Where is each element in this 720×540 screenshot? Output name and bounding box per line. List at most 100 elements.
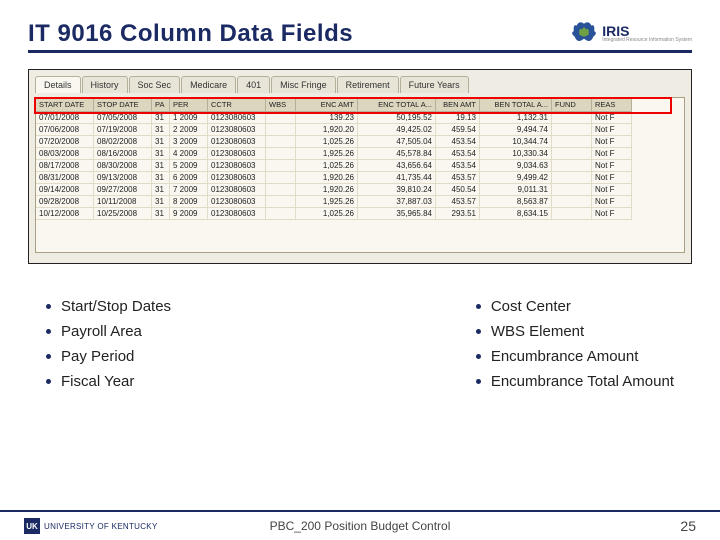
cell: 9 2009 bbox=[170, 208, 208, 220]
cell: 45,578.84 bbox=[358, 148, 436, 160]
cell: 08/16/2008 bbox=[94, 148, 152, 160]
cell: 8 2009 bbox=[170, 196, 208, 208]
tab: Details bbox=[35, 76, 81, 93]
iris-wordmark: IRIS bbox=[602, 24, 692, 38]
cell: 0123080603 bbox=[208, 112, 266, 124]
cell: Not F bbox=[592, 184, 632, 196]
cell bbox=[266, 172, 296, 184]
cell: 07/01/2008 bbox=[36, 112, 94, 124]
column-header: PER bbox=[170, 98, 208, 112]
cell: 08/02/2008 bbox=[94, 136, 152, 148]
column-header: BEN AMT bbox=[436, 98, 480, 112]
cell: 10/11/2008 bbox=[94, 196, 152, 208]
table-row: 09/14/200809/27/2008317 200901230806031,… bbox=[36, 184, 684, 196]
bullet-icon bbox=[476, 379, 481, 384]
column-header: REAS bbox=[592, 98, 632, 112]
cell: 0123080603 bbox=[208, 184, 266, 196]
bullet-text: Payroll Area bbox=[61, 323, 142, 340]
iris-logo-text: IRIS Integrated Resource Information Sys… bbox=[602, 24, 692, 43]
cell: 08/30/2008 bbox=[94, 160, 152, 172]
cell: Not F bbox=[592, 148, 632, 160]
cell: 4 2009 bbox=[170, 148, 208, 160]
cell: 10,344.74 bbox=[480, 136, 552, 148]
bullet-section: Start/Stop DatesPayroll AreaPay PeriodFi… bbox=[28, 294, 692, 394]
iris-tagline: Integrated Resource Information System bbox=[602, 38, 692, 43]
cell: 09/14/2008 bbox=[36, 184, 94, 196]
cell bbox=[552, 208, 592, 220]
bullet-text: Pay Period bbox=[61, 348, 134, 365]
cell: 31 bbox=[152, 196, 170, 208]
column-header: FUND bbox=[552, 98, 592, 112]
cell: 1,920.26 bbox=[296, 184, 358, 196]
cell: 0123080603 bbox=[208, 208, 266, 220]
cell bbox=[552, 136, 592, 148]
grid-header-row: START DATESTOP DATEPAPERCCTRWBSENC AMTEN… bbox=[36, 98, 684, 112]
bullet-item: WBS Element bbox=[476, 319, 674, 344]
data-grid: START DATESTOP DATEPAPERCCTRWBSENC AMTEN… bbox=[35, 97, 685, 253]
cell: 0123080603 bbox=[208, 136, 266, 148]
cell: 450.54 bbox=[436, 184, 480, 196]
bullet-item: Encumbrance Amount bbox=[476, 344, 674, 369]
cell: 0123080603 bbox=[208, 160, 266, 172]
cell: 37,887.03 bbox=[358, 196, 436, 208]
cell bbox=[266, 160, 296, 172]
cell: 139.23 bbox=[296, 112, 358, 124]
cell: 1,925.26 bbox=[296, 148, 358, 160]
cell: 0123080603 bbox=[208, 172, 266, 184]
cell: 10/12/2008 bbox=[36, 208, 94, 220]
tab: History bbox=[82, 76, 128, 93]
cell bbox=[552, 184, 592, 196]
bullet-icon bbox=[476, 329, 481, 334]
cell bbox=[266, 124, 296, 136]
cell: 1,920.20 bbox=[296, 124, 358, 136]
cell: 07/06/2008 bbox=[36, 124, 94, 136]
cell: 07/20/2008 bbox=[36, 136, 94, 148]
column-header: ENC AMT bbox=[296, 98, 358, 112]
cell: 2 2009 bbox=[170, 124, 208, 136]
cell: 1,132.31 bbox=[480, 112, 552, 124]
uk-wordmark: UNIVERSITY OF KENTUCKY bbox=[44, 522, 158, 531]
cell: Not F bbox=[592, 196, 632, 208]
cell bbox=[552, 124, 592, 136]
column-header: CCTR bbox=[208, 98, 266, 112]
table-row: 07/06/200807/19/2008312 200901230806031,… bbox=[36, 124, 684, 136]
cell: 49,425.02 bbox=[358, 124, 436, 136]
cell: 7 2009 bbox=[170, 184, 208, 196]
cell: 43,656.64 bbox=[358, 160, 436, 172]
cell: 41,735.44 bbox=[358, 172, 436, 184]
cell: Not F bbox=[592, 124, 632, 136]
cell bbox=[552, 172, 592, 184]
cell: 09/27/2008 bbox=[94, 184, 152, 196]
cell: 09/13/2008 bbox=[94, 172, 152, 184]
bullet-text: Encumbrance Total Amount bbox=[491, 373, 674, 390]
bullet-item: Fiscal Year bbox=[46, 369, 171, 394]
iris-flower-icon bbox=[570, 20, 598, 46]
cell: 07/19/2008 bbox=[94, 124, 152, 136]
cell: 1,925.26 bbox=[296, 196, 358, 208]
cell: 3 2009 bbox=[170, 136, 208, 148]
table-row: 10/12/200810/25/2008319 200901230806031,… bbox=[36, 208, 684, 220]
cell bbox=[266, 148, 296, 160]
column-header: ENC TOTAL A... bbox=[358, 98, 436, 112]
cell: 31 bbox=[152, 112, 170, 124]
slide: IT 9016 Column Data Fields IRIS Integrat… bbox=[0, 0, 720, 540]
cell: 459.54 bbox=[436, 124, 480, 136]
cell: 10,330.34 bbox=[480, 148, 552, 160]
bullet-item: Cost Center bbox=[476, 294, 674, 319]
cell: Not F bbox=[592, 112, 632, 124]
bullet-icon bbox=[476, 354, 481, 359]
cell: 1,920.26 bbox=[296, 172, 358, 184]
bullet-item: Encumbrance Total Amount bbox=[476, 369, 674, 394]
cell: 9,011.31 bbox=[480, 184, 552, 196]
bullet-column-left: Start/Stop DatesPayroll AreaPay PeriodFi… bbox=[46, 294, 171, 394]
bullet-icon bbox=[46, 329, 51, 334]
grid-body: 07/01/200807/05/2008311 2009012308060313… bbox=[36, 112, 684, 220]
column-header: PA bbox=[152, 98, 170, 112]
cell: 8,634.15 bbox=[480, 208, 552, 220]
cell: Not F bbox=[592, 172, 632, 184]
table-row: 07/20/200808/02/2008313 200901230806031,… bbox=[36, 136, 684, 148]
cell: 31 bbox=[152, 160, 170, 172]
iris-logo: IRIS Integrated Resource Information Sys… bbox=[570, 20, 692, 46]
bullet-text: Fiscal Year bbox=[61, 373, 134, 390]
bullet-column-right: Cost CenterWBS ElementEncumbrance Amount… bbox=[476, 294, 674, 394]
